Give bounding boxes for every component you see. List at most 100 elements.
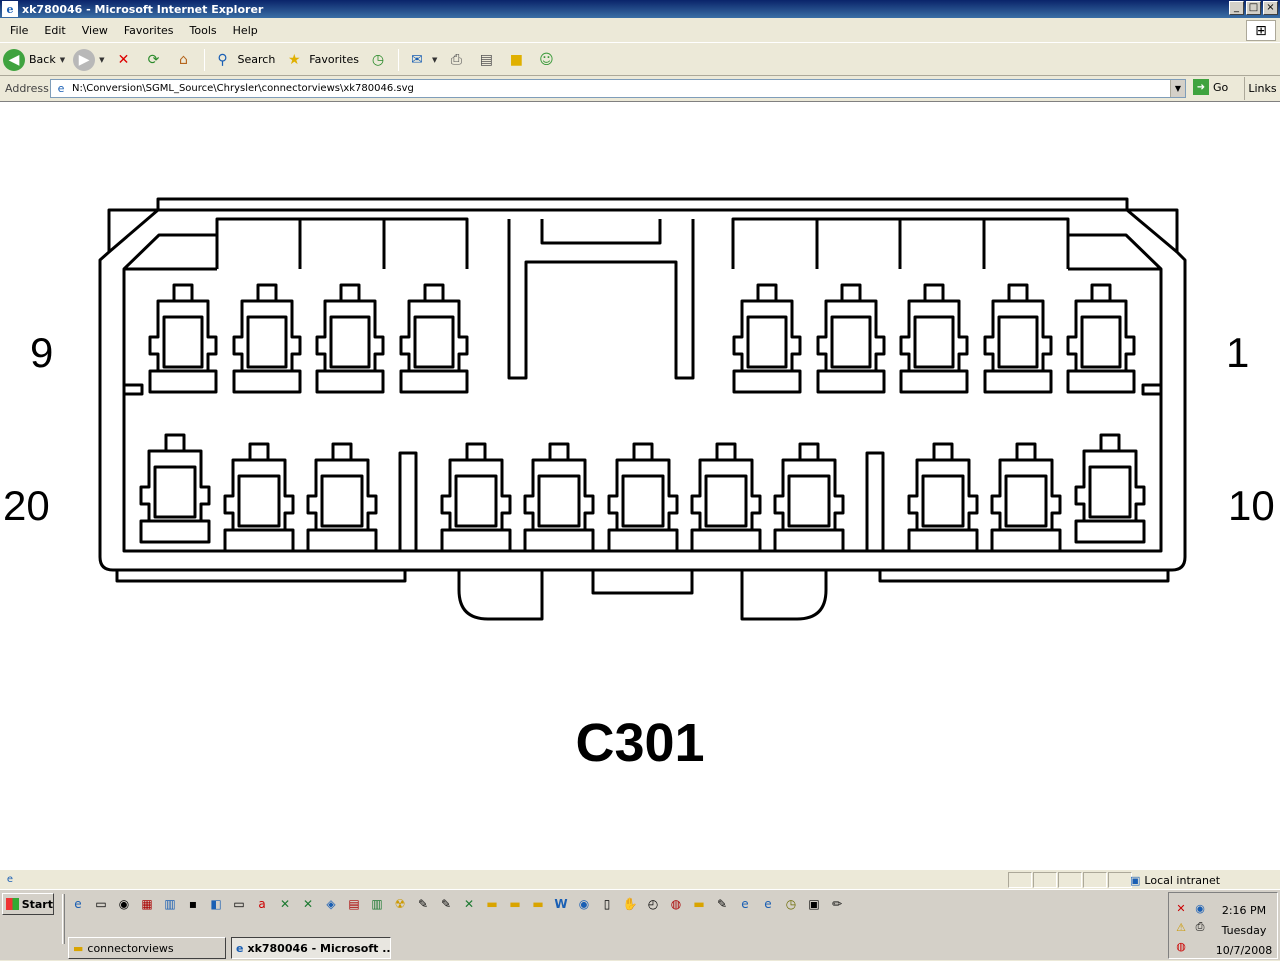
window-icon[interactable]: ▭ bbox=[229, 894, 249, 914]
top-row-cavity bbox=[315, 283, 385, 394]
network-tray-icon[interactable]: ✕ bbox=[1173, 899, 1189, 917]
refresh-button[interactable]: ⟳ bbox=[140, 47, 168, 73]
clock-icon[interactable]: ◷ bbox=[781, 894, 801, 914]
star-icon: ★ bbox=[288, 51, 301, 68]
window-controls: _ □ × bbox=[1229, 1, 1278, 15]
audio-tray-icon[interactable]: ◉ bbox=[1192, 899, 1208, 917]
bottom-row-cavity bbox=[990, 442, 1062, 553]
history-button[interactable]: ◷ bbox=[364, 47, 392, 73]
menu-view[interactable]: View bbox=[74, 24, 116, 37]
app-icon[interactable]: ▣ bbox=[804, 894, 824, 914]
bottom-row-cavity bbox=[773, 442, 845, 553]
messenger-button[interactable]: ☺ bbox=[532, 47, 560, 73]
edit-button[interactable]: ▤ bbox=[472, 47, 500, 73]
folder-icon[interactable]: ▬ bbox=[505, 894, 525, 914]
console-icon[interactable]: ▪ bbox=[183, 894, 203, 914]
menu-tools[interactable]: Tools bbox=[182, 24, 225, 37]
app-icon[interactable]: ▦ bbox=[137, 894, 157, 914]
calculator-icon[interactable]: ▥ bbox=[367, 894, 387, 914]
bottom-row-cavity bbox=[223, 442, 295, 553]
discuss-button[interactable]: ■ bbox=[502, 47, 530, 73]
ie-icon[interactable]: e bbox=[758, 894, 778, 914]
favorites-button[interactable]: ★ Favorites bbox=[280, 47, 362, 73]
app-icon[interactable]: ◴ bbox=[643, 894, 663, 914]
forward-dropdown-icon[interactable]: ▼ bbox=[99, 56, 104, 64]
app-icon[interactable]: ▤ bbox=[344, 894, 364, 914]
task-button-connectorviews[interactable]: ▬ connectorviews bbox=[68, 937, 226, 959]
folder-icon[interactable]: ▬ bbox=[482, 894, 502, 914]
top-notch-frames-left bbox=[124, 217, 469, 271]
mail-dropdown-icon[interactable]: ▼ bbox=[432, 56, 437, 64]
app-icon[interactable]: ✎ bbox=[712, 894, 732, 914]
ie-icon[interactable]: e bbox=[735, 894, 755, 914]
links-button[interactable]: Links bbox=[1244, 77, 1280, 100]
forward-button[interactable]: ▶ ▼ bbox=[70, 47, 107, 73]
excel-icon[interactable]: ✕ bbox=[459, 894, 479, 914]
home-button[interactable]: ⌂ bbox=[170, 47, 198, 73]
status-bar: e ▣ Local intranet bbox=[0, 869, 1280, 889]
window-title: xk780046 - Microsoft Internet Explorer bbox=[22, 2, 264, 16]
menu-help[interactable]: Help bbox=[225, 24, 266, 37]
page-content: 9 1 20 10 C301 bbox=[0, 101, 1280, 869]
stop-button[interactable]: ✕ bbox=[110, 47, 138, 73]
pencil-icon[interactable]: ✏ bbox=[827, 894, 847, 914]
alert-tray-icon[interactable]: ⚠ bbox=[1173, 918, 1189, 936]
bottom-key-left bbox=[457, 570, 544, 621]
document-icon[interactable]: ▯ bbox=[597, 894, 617, 914]
address-label: Address bbox=[5, 82, 49, 95]
app-icon[interactable]: ✋ bbox=[620, 894, 640, 914]
top-row-cavity bbox=[816, 283, 886, 394]
printer-tray-icon[interactable]: ⎙ bbox=[1192, 918, 1208, 936]
go-button[interactable]: ➜ Go bbox=[1193, 79, 1228, 95]
clock[interactable]: 2:16 PM Tuesday 10/7/2008 bbox=[1213, 901, 1275, 961]
app-icon[interactable]: ◍ bbox=[666, 894, 686, 914]
show-desktop-icon[interactable]: ▭ bbox=[91, 894, 111, 914]
task-button-ie[interactable]: e xk780046 - Microsoft ... bbox=[231, 937, 391, 959]
media-player-icon[interactable]: ◉ bbox=[114, 894, 134, 914]
address-dropdown-icon[interactable]: ▼ bbox=[1170, 80, 1185, 97]
close-button[interactable]: × bbox=[1263, 1, 1278, 15]
media-icon[interactable]: ◉ bbox=[574, 894, 594, 914]
messenger-icon: ☺ bbox=[539, 51, 554, 68]
back-label: Back bbox=[29, 53, 56, 66]
top-row-cavity bbox=[1066, 283, 1136, 394]
acrobat-icon[interactable]: a bbox=[252, 894, 272, 914]
excel-icon[interactable]: ✕ bbox=[298, 894, 318, 914]
folder-icon[interactable]: ▬ bbox=[528, 894, 548, 914]
print-button[interactable]: ⎙ bbox=[442, 47, 470, 73]
app-icon[interactable]: ✎ bbox=[436, 894, 456, 914]
app-icon[interactable]: ✎ bbox=[413, 894, 433, 914]
radiation-icon[interactable]: ☢ bbox=[390, 894, 410, 914]
connector-housing-outer bbox=[98, 208, 1187, 572]
search-label: Search bbox=[237, 53, 276, 66]
back-button[interactable]: ◀ Back ▼ bbox=[0, 47, 68, 73]
folder-icon[interactable]: ▬ bbox=[689, 894, 709, 914]
back-arrow-icon: ◀ bbox=[3, 48, 25, 71]
word-icon[interactable]: W bbox=[551, 894, 571, 914]
minimize-button[interactable]: _ bbox=[1229, 1, 1244, 15]
quicklaunch-handle[interactable] bbox=[62, 894, 65, 944]
menu-edit[interactable]: Edit bbox=[36, 24, 73, 37]
printer-icon: ⎙ bbox=[450, 51, 462, 68]
connector-corner-left bbox=[108, 208, 159, 254]
start-button[interactable]: Start bbox=[2, 893, 54, 915]
security-zone[interactable]: ▣ Local intranet bbox=[1130, 872, 1220, 888]
security-tray-icon[interactable]: ◍ bbox=[1173, 937, 1189, 955]
menu-favorites[interactable]: Favorites bbox=[116, 24, 182, 37]
back-dropdown-icon[interactable]: ▼ bbox=[60, 56, 65, 64]
bottom-row-cavity bbox=[907, 442, 979, 553]
excel-icon[interactable]: ✕ bbox=[275, 894, 295, 914]
maximize-button[interactable]: □ bbox=[1246, 1, 1261, 15]
address-input[interactable]: e N:\Conversion\SGML_Source\Chrysler\con… bbox=[50, 79, 1186, 98]
search-button[interactable]: ⚲ Search bbox=[209, 47, 279, 73]
ie-icon[interactable]: e bbox=[68, 894, 88, 914]
bottom-row-cavity bbox=[139, 433, 211, 544]
network-icon[interactable]: ▥ bbox=[160, 894, 180, 914]
app-icon[interactable]: ◈ bbox=[321, 894, 341, 914]
search-icon: ⚲ bbox=[217, 51, 228, 68]
edit-page-icon: ▤ bbox=[479, 51, 493, 68]
bottom-row-cavity bbox=[523, 442, 595, 553]
app-icon[interactable]: ◧ bbox=[206, 894, 226, 914]
menu-file[interactable]: File bbox=[0, 24, 36, 37]
mail-button[interactable]: ✉ ▼ bbox=[403, 47, 440, 73]
